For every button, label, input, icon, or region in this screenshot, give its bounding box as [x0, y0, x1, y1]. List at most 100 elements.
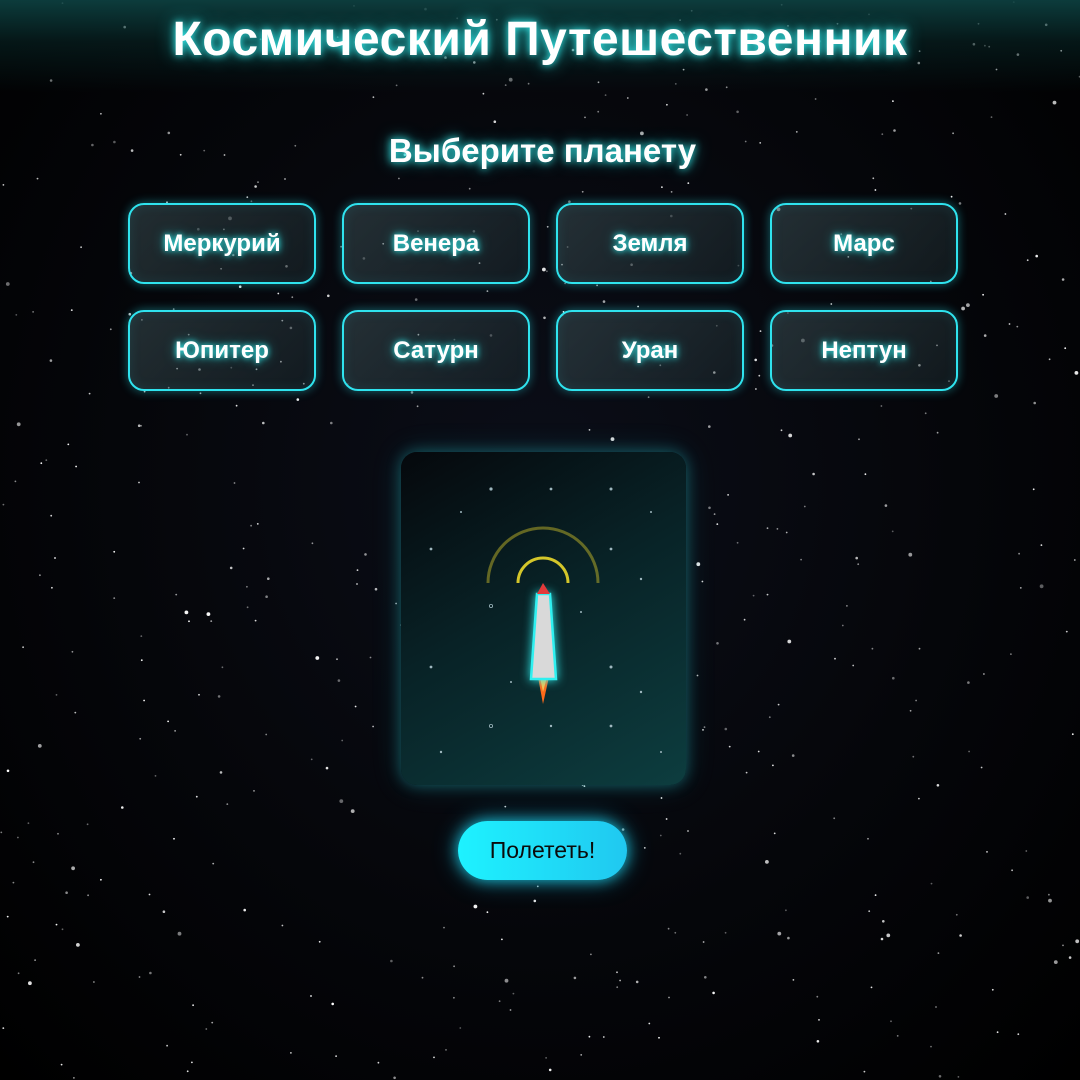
star	[1026, 896, 1029, 899]
star	[647, 396, 650, 399]
star	[619, 979, 621, 982]
star	[880, 405, 883, 407]
star	[509, 1009, 512, 1011]
star	[162, 910, 166, 913]
star	[666, 103, 668, 106]
star	[177, 931, 182, 936]
star	[174, 730, 177, 732]
star	[724, 931, 727, 934]
star	[173, 837, 175, 840]
star	[886, 933, 891, 938]
star	[610, 437, 615, 441]
star	[880, 937, 884, 941]
star	[235, 404, 238, 407]
star	[246, 196, 249, 199]
star	[226, 803, 229, 805]
star	[983, 334, 987, 337]
star	[661, 186, 663, 189]
star	[210, 620, 213, 622]
star	[968, 750, 970, 753]
star	[350, 809, 355, 813]
planet-button-mars[interactable]: Марс	[770, 203, 958, 284]
star	[597, 110, 600, 113]
star	[548, 1068, 552, 1072]
star	[918, 797, 920, 800]
star	[588, 1035, 591, 1038]
star	[803, 505, 806, 508]
planet-button-earth[interactable]: Земля	[556, 203, 744, 284]
star	[335, 1055, 337, 1057]
star	[743, 618, 746, 621]
star	[983, 673, 985, 675]
star	[643, 847, 646, 849]
star	[660, 797, 663, 799]
star	[785, 909, 787, 912]
star	[1017, 1033, 1020, 1036]
star	[330, 421, 333, 425]
star	[800, 558, 802, 561]
star	[71, 866, 75, 871]
star	[493, 120, 497, 123]
planet-button-jupiter[interactable]: Юпитер	[128, 310, 316, 391]
star	[2, 1027, 5, 1029]
star	[955, 913, 958, 916]
star	[777, 703, 780, 706]
star	[311, 542, 314, 545]
star	[17, 836, 19, 839]
star	[372, 96, 375, 99]
star	[890, 1020, 892, 1023]
star	[791, 754, 795, 757]
planet-button-mercury[interactable]: Меркурий	[128, 203, 316, 284]
star	[648, 1022, 651, 1025]
planet-label: Юпитер	[175, 336, 269, 364]
star	[28, 981, 32, 986]
star	[2, 503, 5, 506]
star	[281, 924, 284, 927]
star	[1026, 259, 1029, 262]
star	[16, 422, 21, 427]
star	[863, 1070, 866, 1073]
star	[871, 647, 874, 650]
star	[318, 940, 321, 943]
star	[443, 926, 445, 929]
star	[834, 657, 836, 660]
star	[504, 805, 507, 808]
star	[1039, 584, 1044, 589]
star	[773, 832, 776, 835]
star	[712, 991, 715, 995]
star	[874, 189, 877, 191]
star	[60, 1063, 63, 1066]
planet-button-neptune[interactable]: Нептун	[770, 310, 958, 391]
star	[580, 1054, 583, 1056]
star	[149, 971, 152, 975]
star	[154, 775, 157, 777]
star	[166, 1044, 169, 1047]
star	[930, 1045, 932, 1048]
star	[186, 433, 188, 436]
planet-button-venus[interactable]: Венера	[342, 203, 530, 284]
star	[1048, 358, 1051, 361]
star	[356, 569, 359, 571]
planet-button-saturn[interactable]: Сатурн	[342, 310, 530, 391]
star	[267, 577, 270, 580]
planet-button-uranus[interactable]: Уран	[556, 310, 744, 391]
star	[205, 1028, 208, 1030]
star	[584, 116, 586, 119]
star	[1052, 100, 1057, 105]
star	[254, 619, 257, 622]
star	[341, 739, 344, 742]
star	[864, 473, 867, 476]
star	[27, 822, 30, 825]
star	[93, 981, 95, 983]
star	[433, 1056, 435, 1059]
star	[296, 398, 300, 401]
star	[967, 681, 970, 684]
star	[1073, 559, 1076, 561]
star	[891, 530, 894, 533]
star	[716, 523, 719, 525]
star	[936, 784, 940, 787]
star	[473, 904, 478, 909]
fly-button[interactable]: Полететь!	[458, 821, 627, 880]
star	[912, 755, 915, 758]
star	[930, 882, 933, 885]
